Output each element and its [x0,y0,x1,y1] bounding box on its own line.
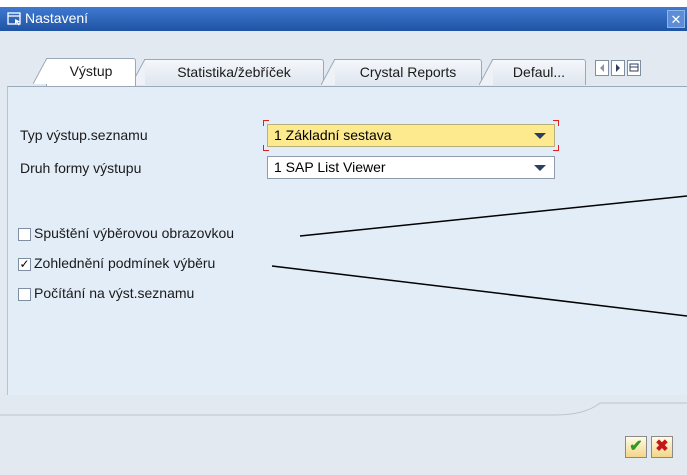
tab-edge [33,58,47,84]
required-marker [553,145,559,151]
tab-next-button[interactable] [611,60,625,76]
tab-prev-button[interactable] [595,60,609,76]
chevron-down-icon [534,133,546,139]
checkmark-icon: ✔ [629,438,643,455]
tab-content-panel: Typ výstup.seznamu 1 Základní sestava Dr… [7,86,687,395]
tab-statistika[interactable]: Statistika/žebříček [131,59,324,85]
output-list-count-checkbox[interactable] [18,288,31,301]
tab-label: Crystal Reports [359,64,457,80]
output-form-type-label: Druh formy výstupu [20,160,142,176]
output-form-type-dropdown[interactable]: 1 SAP List Viewer [267,156,555,179]
arrow-left-icon [600,64,604,72]
checkmark-icon: ✓ [19,257,30,271]
arrow-right-icon [616,64,620,72]
close-button[interactable]: ✕ [667,10,685,28]
window-icon [7,11,23,27]
tab-label: Statistika/žebříček [177,64,291,80]
tabstrip: Výstup Statistika/žebříček Crystal Repor… [0,31,687,91]
selection-screen-label: Spuštění výběrovou obrazovkou [34,225,235,241]
close-icon: ✕ [670,12,682,27]
cancel-button[interactable]: ✖ [651,436,673,458]
output-list-type-dropdown[interactable]: 1 Základní sestava [267,124,555,147]
chevron-down-icon [534,165,546,171]
tab-crystal-reports[interactable]: Crystal Reports [321,59,482,85]
output-list-type-value: 1 Základní sestava [274,127,392,143]
tab-defaults[interactable]: Defaul... [479,59,586,85]
tab-list-button[interactable] [627,60,641,76]
output-list-type-label: Typ výstup.seznamu [20,127,148,143]
tab-list-icon [629,63,639,72]
window-title: Nastavení [25,10,89,26]
dialog-body: Výstup Statistika/žebříček Crystal Repor… [0,31,687,475]
tab-vystup[interactable]: Výstup [33,58,136,86]
required-marker [263,120,269,126]
tab-edge [321,59,335,85]
ok-button[interactable]: ✔ [625,436,647,458]
required-marker [553,120,559,126]
tab-edge [479,59,493,85]
output-form-type-value: 1 SAP List Viewer [274,159,386,175]
selection-conditions-checkbox[interactable]: ✓ [18,258,31,271]
footer-divider [0,402,687,416]
selection-conditions-label: Zohlednění podmínek výběru [34,255,216,271]
title-bar: Nastavení ✕ [0,7,687,31]
cancel-x-icon: ✖ [655,438,669,455]
output-list-count-label: Počítání na výst.seznamu [34,285,195,301]
selection-screen-checkbox[interactable] [18,228,31,241]
tab-label: Defaul... [512,64,566,80]
required-marker [263,145,269,151]
dialog-footer [0,395,687,475]
tab-label: Výstup [69,63,113,79]
